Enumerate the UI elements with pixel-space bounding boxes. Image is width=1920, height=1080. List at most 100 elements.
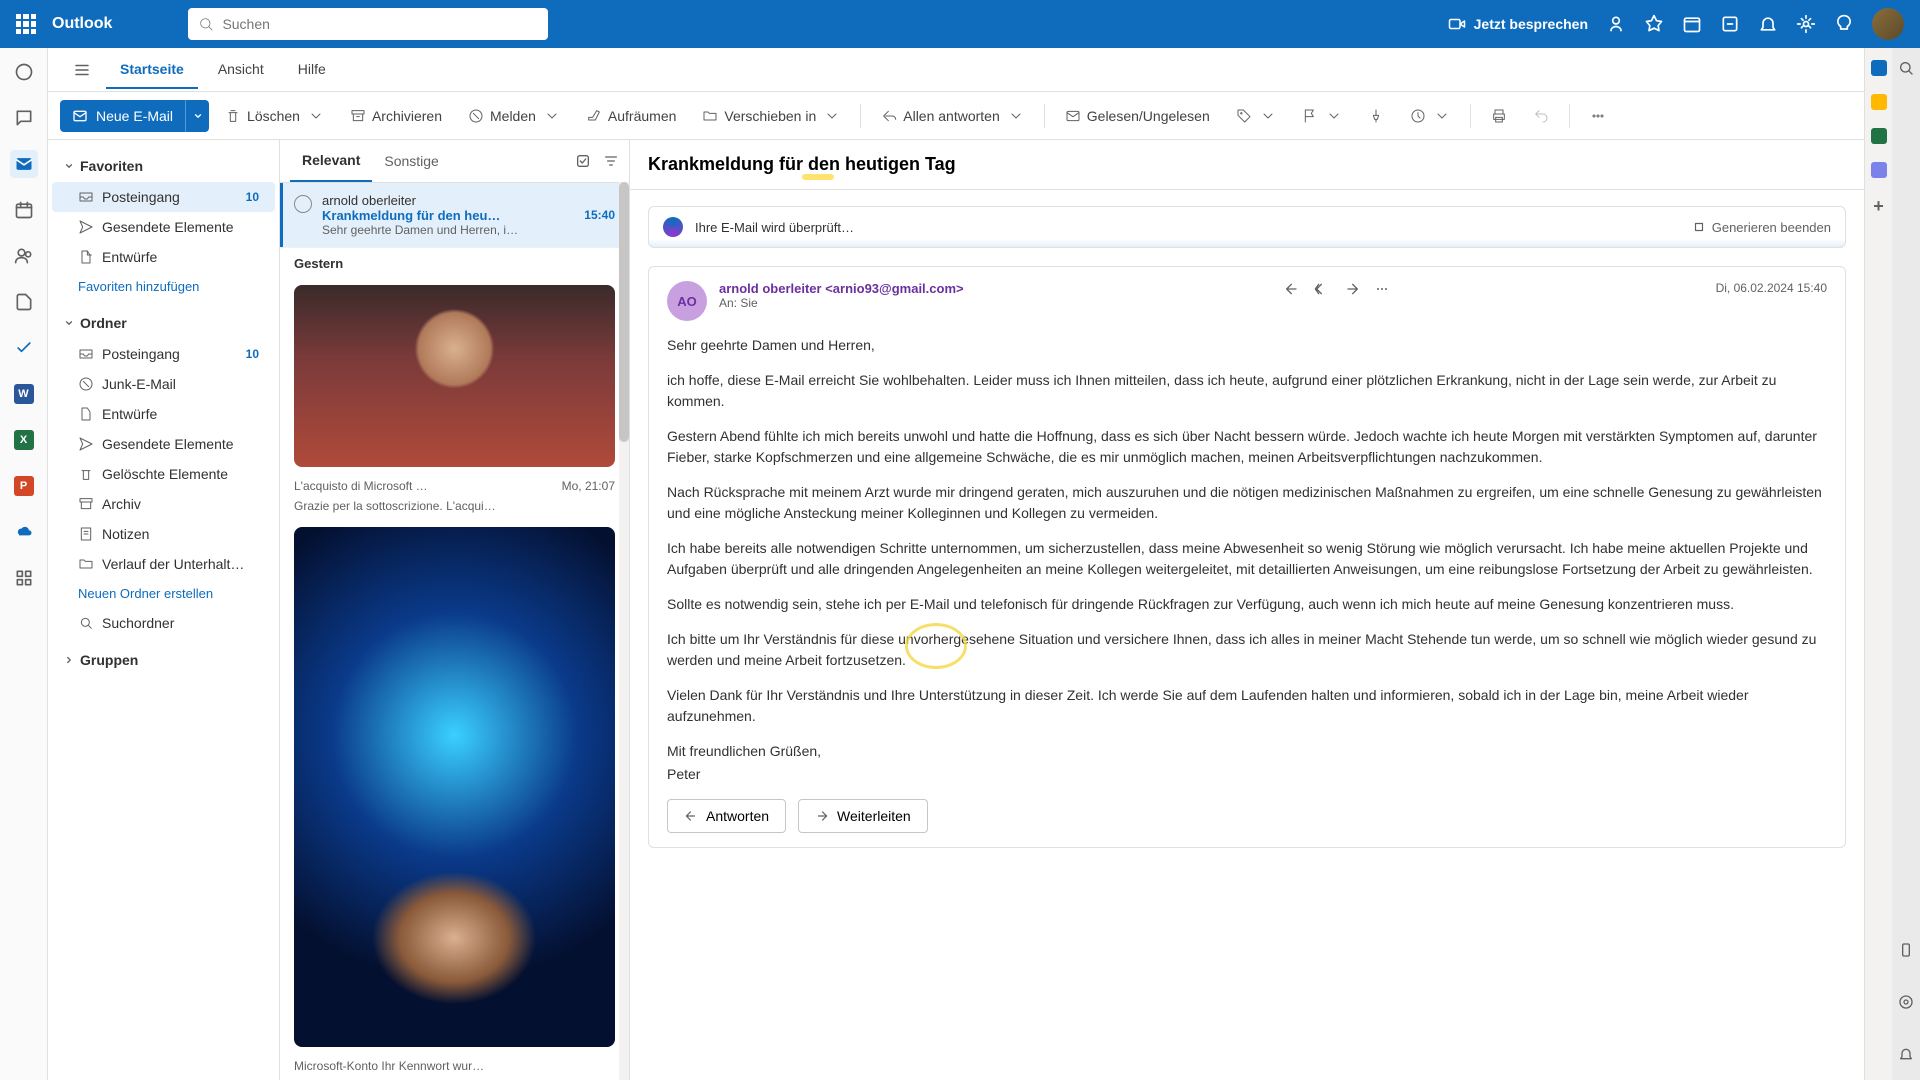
rail-powerpoint-icon[interactable]: P <box>10 472 38 500</box>
nav-drafts-fav[interactable]: Entwürfe <box>52 242 275 272</box>
reply-all-icon[interactable] <box>1314 281 1330 297</box>
nav-inbox[interactable]: Posteingang10 <box>52 339 275 369</box>
nav-drafts[interactable]: Entwürfe <box>52 399 275 429</box>
sender-name: arnold oberleiter <box>719 281 822 296</box>
my-day-icon[interactable] <box>1720 14 1740 34</box>
new-mail-dropdown[interactable] <box>185 100 209 132</box>
message-time: 15:40 <box>584 208 615 223</box>
select-all-icon[interactable] <box>575 153 591 169</box>
pin-button[interactable] <box>1358 102 1394 130</box>
list-scrollbar[interactable] <box>619 182 629 1080</box>
search-icon[interactable] <box>1898 60 1914 76</box>
groups-section[interactable]: Gruppen <box>52 644 275 676</box>
report-button[interactable]: Melden <box>458 102 570 130</box>
bell-icon[interactable] <box>1898 1046 1914 1062</box>
flag-button[interactable] <box>1292 102 1352 130</box>
tab-view[interactable]: Ansicht <box>204 51 278 89</box>
rail-people-icon[interactable] <box>10 242 38 270</box>
meet-now-button[interactable]: Jetzt besprechen <box>1448 15 1588 33</box>
rail-excel-icon[interactable]: X <box>10 426 38 454</box>
add-favorite-link[interactable]: Favoriten hinzufügen <box>52 272 275 301</box>
phone-icon[interactable] <box>1898 942 1914 958</box>
chevron-right-icon <box>64 655 74 665</box>
tag-button[interactable] <box>1226 102 1286 130</box>
rail-more-apps-icon[interactable] <box>10 564 38 592</box>
left-app-rail: W X P <box>0 48 48 1080</box>
rail-chat-icon[interactable] <box>10 104 38 132</box>
tips-icon[interactable] <box>1834 14 1854 34</box>
copilot-icon <box>663 217 683 237</box>
print-button[interactable] <box>1481 102 1517 130</box>
reply-button[interactable]: Antworten <box>667 799 786 833</box>
panel-icon[interactable] <box>1871 60 1887 76</box>
nav-deleted[interactable]: Gelöschte Elemente <box>52 459 275 489</box>
delete-button[interactable]: Löschen <box>215 102 334 130</box>
app-launcher-icon[interactable] <box>16 14 36 34</box>
message-item[interactable]: L'acquisto di Microsoft …Mo, 21:07 <box>280 473 629 499</box>
nav-junk[interactable]: Junk-E-Mail <box>52 369 275 399</box>
gear-icon[interactable] <box>1796 14 1816 34</box>
message-checkbox[interactable] <box>294 195 312 213</box>
image-thumbnail-overlay <box>294 527 615 1047</box>
rail-mail-icon[interactable] <box>10 150 38 178</box>
forward-button[interactable]: Weiterleiten <box>798 799 928 833</box>
premium-icon[interactable] <box>1644 14 1664 34</box>
archive-button[interactable]: Archivieren <box>340 102 452 130</box>
move-button[interactable]: Verschieben in <box>692 102 850 130</box>
new-folder-link[interactable]: Neuen Ordner erstellen <box>52 579 275 608</box>
nav-search-folders[interactable]: Suchordner <box>52 608 275 638</box>
settings-icon[interactable] <box>1898 994 1914 1010</box>
chevron-down-icon <box>64 161 74 171</box>
tab-focused[interactable]: Relevant <box>290 140 372 182</box>
main-content: Favoriten Posteingang10 Gesendete Elemen… <box>48 140 1864 1080</box>
rail-word-icon[interactable]: W <box>10 380 38 408</box>
nav-conversation-history[interactable]: Verlauf der Unterhalt… <box>52 549 275 579</box>
calendar-sync-icon[interactable] <box>1682 14 1702 34</box>
reply-icon[interactable] <box>1284 281 1300 297</box>
filter-icon[interactable] <box>603 153 619 169</box>
chevron-down-icon <box>64 318 74 328</box>
search-box[interactable] <box>188 8 548 40</box>
rail-home-icon[interactable] <box>10 58 38 86</box>
sweep-button[interactable]: Aufräumen <box>576 102 686 130</box>
panel-icon[interactable] <box>1871 128 1887 144</box>
bell-icon[interactable] <box>1758 14 1778 34</box>
more-button[interactable] <box>1580 102 1616 130</box>
nav-sent[interactable]: Gesendete Elemente <box>52 429 275 459</box>
forward-icon[interactable] <box>1344 281 1360 297</box>
mail-date: Di, 06.02.2024 15:40 <box>1716 281 1827 321</box>
nav-inbox-fav[interactable]: Posteingang10 <box>52 182 275 212</box>
stop-generating-button[interactable]: Generieren beenden <box>1692 220 1831 235</box>
panel-icon[interactable] <box>1871 94 1887 110</box>
read-unread-button[interactable]: Gelesen/Ungelesen <box>1055 102 1220 130</box>
tab-help[interactable]: Hilfe <box>284 51 340 89</box>
mail-header: AO arnold oberleiter <arnio93@gmail.com>… <box>667 281 1827 321</box>
date-group-yesterday: Gestern <box>280 248 629 279</box>
rail-onedrive-icon[interactable] <box>10 518 38 546</box>
account-avatar[interactable] <box>1872 8 1904 40</box>
rail-todo-icon[interactable] <box>10 334 38 362</box>
reply-all-button[interactable]: Allen antworten <box>871 102 1034 130</box>
tab-other[interactable]: Sonstige <box>372 141 450 181</box>
new-mail-label: Neue E-Mail <box>96 108 173 124</box>
teams-icon[interactable] <box>1606 14 1626 34</box>
undo-button[interactable] <box>1523 102 1559 130</box>
favorites-section[interactable]: Favoriten <box>52 150 275 182</box>
more-icon[interactable] <box>1374 281 1390 297</box>
new-mail-button[interactable]: Neue E-Mail <box>60 100 209 132</box>
nav-archive[interactable]: Archiv <box>52 489 275 519</box>
search-input[interactable] <box>222 16 538 32</box>
toolbar: Neue E-Mail Löschen Archivieren Melden A… <box>48 92 1864 140</box>
panel-icon[interactable] <box>1871 162 1887 178</box>
add-panel-icon[interactable]: + <box>1873 196 1884 217</box>
message-item[interactable]: arnold oberleiter Krankmeldung für den h… <box>280 183 629 248</box>
folder-pane: Favoriten Posteingang10 Gesendete Elemen… <box>48 140 280 1080</box>
snooze-button[interactable] <box>1400 102 1460 130</box>
search-icon <box>198 16 214 32</box>
folders-section[interactable]: Ordner <box>52 307 275 339</box>
rail-files-icon[interactable] <box>10 288 38 316</box>
nav-sent-fav[interactable]: Gesendete Elemente <box>52 212 275 242</box>
nav-notes[interactable]: Notizen <box>52 519 275 549</box>
rail-calendar-icon[interactable] <box>10 196 38 224</box>
mail-body: Sehr geehrte Damen und Herren, ich hoffe… <box>667 335 1827 785</box>
